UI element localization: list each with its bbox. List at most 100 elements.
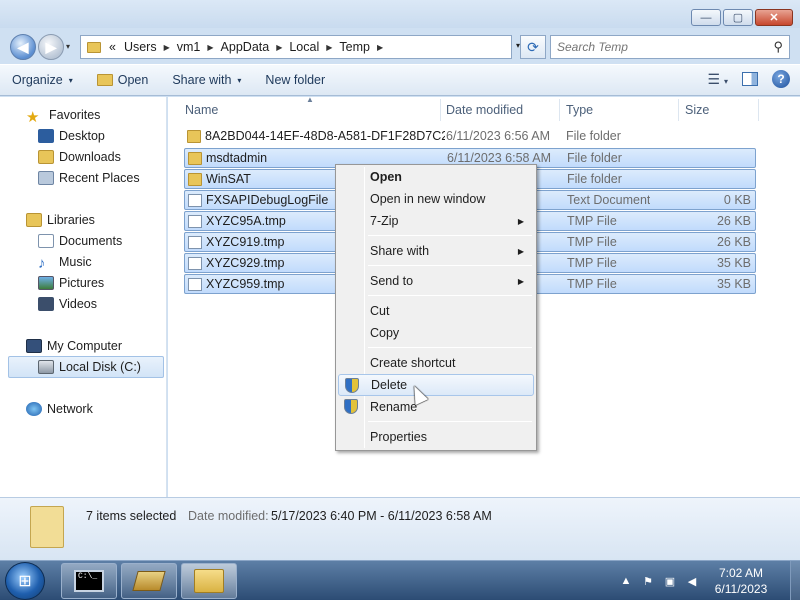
libraries-icon	[26, 213, 42, 227]
menu-item-7zip[interactable]: 7-Zip ▶	[338, 210, 534, 232]
show-desktop-button[interactable]	[790, 561, 800, 600]
refresh-button[interactable]: ⟳	[520, 35, 546, 59]
column-header-type[interactable]: Type	[566, 97, 593, 123]
column-divider[interactable]	[559, 99, 560, 121]
chevron-right-icon[interactable]: ▶	[377, 43, 383, 52]
column-header-date[interactable]: Date modified	[446, 97, 523, 123]
breadcrumb-users[interactable]: Users	[124, 40, 157, 54]
menu-item-open[interactable]: Open	[338, 166, 534, 188]
chevron-right-icon[interactable]: ▶	[276, 43, 282, 52]
file-size: 26 KB	[716, 214, 751, 228]
menu-item-delete[interactable]: Delete	[338, 374, 534, 396]
file-type: TMP File	[567, 214, 617, 228]
chevron-right-icon[interactable]: ▶	[164, 43, 170, 52]
column-header-size[interactable]: Size	[685, 97, 709, 123]
breadcrumb-overflow[interactable]: «	[109, 40, 116, 54]
taskbar-installer[interactable]	[121, 563, 177, 599]
chevron-down-icon: ▾	[237, 75, 242, 85]
search-icon[interactable]: ⚲	[773, 39, 783, 55]
forward-button[interactable]: ▶	[38, 34, 64, 60]
menu-label: 7-Zip	[370, 214, 399, 228]
menu-separator	[368, 235, 532, 236]
menu-label: Rename	[370, 400, 418, 414]
recent-pages-dropdown[interactable]: ▾	[66, 42, 70, 51]
file-size: 0 KB	[723, 193, 751, 207]
address-row: ◀ ▶ ▾ « Users ▶ vm1 ▶ AppData ▶ Local ▶ …	[0, 28, 800, 64]
search-input[interactable]	[557, 40, 757, 54]
music-icon: ♪	[38, 255, 46, 272]
menu-item-rename[interactable]: Rename	[338, 396, 534, 418]
sidebar-item-recent-places[interactable]: Recent Places	[38, 168, 140, 188]
menu-item-create-shortcut[interactable]: Create shortcut	[338, 352, 534, 374]
sidebar-item-documents[interactable]: Documents	[38, 231, 122, 251]
file-type: File folder	[567, 151, 622, 165]
menu-item-copy[interactable]: Copy	[338, 322, 534, 344]
file-name: 8A2BD044-14EF-48D8-A581-DF1F28D7C2...	[205, 129, 445, 143]
column-divider[interactable]	[678, 99, 679, 121]
sidebar-item-downloads[interactable]: Downloads	[38, 147, 121, 167]
menu-item-cut[interactable]: Cut	[338, 300, 534, 322]
menu-item-properties[interactable]: Properties	[338, 426, 534, 448]
sidebar-item-music[interactable]: ♪ Music	[38, 252, 92, 272]
network-status-icon[interactable]: ▣	[662, 573, 678, 589]
taskbar-explorer[interactable]	[181, 563, 237, 599]
volume-icon[interactable]: ◀	[684, 573, 700, 589]
breadcrumb-temp[interactable]: Temp	[339, 40, 370, 54]
file-row[interactable]: 8A2BD044-14EF-48D8-A581-DF1F28D7C2... 6/1…	[184, 127, 756, 147]
folder-icon	[187, 130, 201, 143]
submenu-arrow-icon: ▶	[517, 216, 524, 226]
title-bar[interactable]: — ▢ ✕	[0, 0, 800, 28]
column-divider[interactable]	[758, 99, 759, 121]
folder-icon	[87, 41, 101, 53]
preview-pane-icon[interactable]	[742, 72, 758, 86]
show-hidden-icons-icon[interactable]: ▲	[618, 573, 634, 589]
menu-item-send-to[interactable]: Send to ▶	[338, 270, 534, 292]
chevron-right-icon[interactable]: ▶	[326, 43, 332, 52]
drive-icon	[38, 360, 54, 374]
help-icon[interactable]: ?	[772, 70, 790, 88]
open-button[interactable]: Open	[85, 65, 161, 95]
file-size: 35 KB	[716, 277, 751, 291]
sidebar-item-videos[interactable]: Videos	[38, 294, 97, 314]
menu-item-open-new-window[interactable]: Open in new window	[338, 188, 534, 210]
minimize-button[interactable]: —	[691, 9, 721, 26]
column-header-name[interactable]: Name	[185, 97, 218, 123]
recent-places-icon	[38, 171, 54, 185]
action-center-icon[interactable]: ⚑	[640, 573, 656, 589]
menu-item-share-with[interactable]: Share with ▶	[338, 240, 534, 262]
address-bar[interactable]: « Users ▶ vm1 ▶ AppData ▶ Local ▶ Temp ▶	[80, 35, 512, 59]
details-pane: 7 items selected Date modified: 5/17/202…	[0, 497, 800, 560]
sidebar-item-local-disk[interactable]: Local Disk (C:)	[38, 357, 141, 377]
organize-button[interactable]: Organize ▾	[0, 65, 85, 95]
close-button[interactable]: ✕	[755, 9, 793, 26]
maximize-button[interactable]: ▢	[723, 9, 753, 26]
search-box[interactable]: ⚲	[550, 35, 790, 59]
file-type: Text Document	[567, 193, 651, 207]
file-type: File folder	[567, 172, 622, 186]
taskbar-cmd[interactable]: C:\_	[61, 563, 117, 599]
sidebar-item-desktop[interactable]: Desktop	[38, 126, 105, 146]
start-button[interactable]: ⊞	[5, 562, 45, 600]
uac-shield-icon	[345, 378, 359, 393]
sidebar-label: Recent Places	[59, 171, 140, 185]
organize-label: Organize	[12, 73, 63, 87]
change-view-icon[interactable]: ☰ ▾	[708, 71, 728, 88]
clock[interactable]: 7:02 AM 6/11/2023	[706, 565, 776, 597]
explorer-folder-icon	[194, 569, 224, 593]
breadcrumb-local[interactable]: Local	[289, 40, 319, 54]
chevron-right-icon[interactable]: ▶	[207, 43, 213, 52]
new-folder-button[interactable]: New folder	[253, 65, 337, 95]
breadcrumb-appdata[interactable]: AppData	[221, 40, 270, 54]
share-with-button[interactable]: Share with ▾	[160, 65, 253, 95]
chevron-down-icon: ▾	[68, 75, 73, 85]
column-divider[interactable]	[440, 99, 441, 121]
file-icon	[188, 236, 202, 249]
sidebar-item-pictures[interactable]: Pictures	[38, 273, 104, 293]
sidebar-item-network[interactable]: Network	[26, 399, 93, 419]
sidebar-item-favorites[interactable]: ★ Favorites	[26, 105, 100, 126]
sidebar-item-libraries[interactable]: Libraries	[26, 210, 95, 230]
menu-separator	[368, 265, 532, 266]
breadcrumb-vm1[interactable]: vm1	[177, 40, 201, 54]
sidebar-item-my-computer[interactable]: My Computer	[26, 336, 122, 356]
back-button[interactable]: ◀	[10, 34, 36, 60]
